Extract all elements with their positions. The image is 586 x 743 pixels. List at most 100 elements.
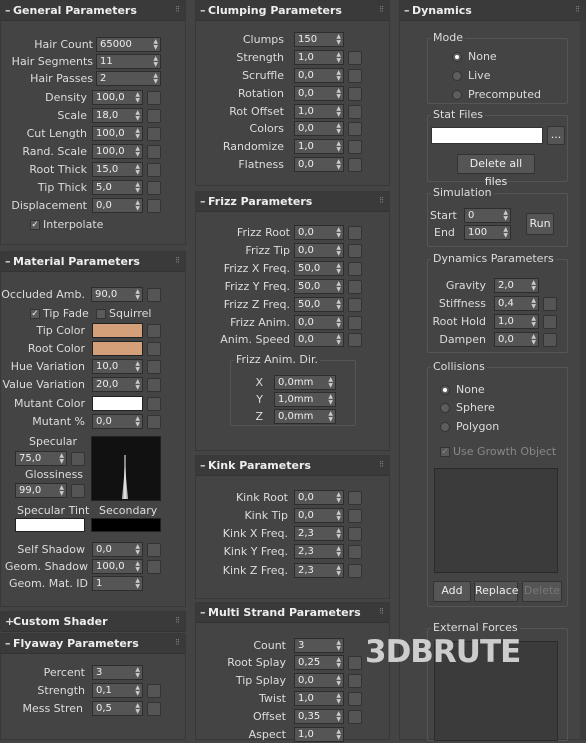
spinner-arrows-icon[interactable]: ▲ ▼ [336,640,341,652]
scale-spinner[interactable]: 18,0 ▲ ▼ [92,108,143,123]
flyaway-parameters-header[interactable]: – Flyaway Parameters ⁝⁝ [1,634,185,654]
anim-speed-map-button[interactable] [348,333,362,347]
spinner-arrows-icon[interactable]: ▲ ▼ [336,34,341,46]
root-color-swatch[interactable] [92,341,143,356]
specular-map-button[interactable] [71,452,85,466]
clumps-spinner[interactable]: 150 ▲ ▼ [294,32,344,47]
tip-fade-checkbox[interactable]: ✓ Tip Fade [30,306,89,322]
spinner-arrows-icon[interactable]: ▲ ▼ [135,416,140,428]
spinner-arrows-icon[interactable]: ▲ ▼ [153,56,158,68]
replace-button[interactable]: Replace [474,581,519,602]
root-splay-spinner[interactable]: 0,25 ▲ ▼ [294,655,344,670]
flatness-map-button[interactable] [348,158,362,172]
grip-icon[interactable]: ⁝⁝ [379,5,384,15]
spinner-arrows-icon[interactable]: ▲ ▼ [531,316,536,328]
flyaway-strength-map-button[interactable] [147,684,161,698]
spinner-arrows-icon[interactable]: ▲ ▼ [135,544,140,556]
spinner-arrows-icon[interactable]: ▲ ▼ [135,146,140,158]
start-spinner[interactable]: 0 ▲ ▼ [464,208,511,223]
scale-map-button[interactable] [147,109,161,123]
self-shadow-map-button[interactable] [147,543,161,557]
kink-tip-map-button[interactable] [348,509,362,523]
rotation-spinner[interactable]: 0,0 ▲ ▼ [294,86,344,101]
rot-offset-spinner[interactable]: 1,0 ▲ ▼ [294,104,344,119]
occluded-amb-spinner[interactable]: 90,0 ▲ ▼ [91,287,143,302]
tip-thick-spinner[interactable]: 5,0 ▲ ▼ [92,180,143,195]
kink-x-freq-spinner[interactable]: 2,3 ▲ ▼ [294,526,344,541]
add-button[interactable]: Add [433,581,471,602]
dampen-map-button[interactable] [543,333,557,347]
spinner-arrows-icon[interactable]: ▲ ▼ [328,377,333,389]
spinner-arrows-icon[interactable]: ▲ ▼ [336,245,341,257]
scruffle-map-button[interactable] [348,69,362,83]
rot-offset-map-button[interactable] [348,105,362,119]
kink-root-spinner[interactable]: 0,0 ▲ ▼ [294,490,344,505]
frizz-x-freq-spinner[interactable]: 50,0 ▲ ▼ [294,261,344,276]
spinner-arrows-icon[interactable]: ▲ ▼ [135,110,140,122]
mutant-color-swatch[interactable] [92,396,143,411]
randomize-map-button[interactable] [348,140,362,154]
colors-spinner[interactable]: 0,0 ▲ ▼ [294,121,344,136]
clumping-parameters-header[interactable]: – Clumping Parameters ⁝⁝ [196,1,389,21]
geom-shadow-spinner[interactable]: 100,0 ▲ ▼ [92,559,143,574]
kink-y-freq-spinner[interactable]: 2,3 ▲ ▼ [294,544,344,559]
spinner-arrows-icon[interactable]: ▲ ▼ [336,565,341,577]
collision-polygon-radio[interactable]: Polygon [440,419,499,435]
hue-variation-map-button[interactable] [147,360,161,374]
root-hold-map-button[interactable] [543,315,557,329]
spinner-arrows-icon[interactable]: ▲ ▼ [336,281,341,293]
rotation-map-button[interactable] [348,87,362,101]
rand-scale-spinner[interactable]: 100,0 ▲ ▼ [92,144,143,159]
frizz-z-freq-spinner[interactable]: 50,0 ▲ ▼ [294,297,344,312]
geom-mat-id-spinner[interactable]: 1 ▲ ▼ [92,576,143,591]
mutant-pct-spinner[interactable]: 0,0 ▲ ▼ [92,414,143,429]
spinner-arrows-icon[interactable]: ▲ ▼ [336,711,341,723]
mode-live-radio[interactable]: Live [452,68,490,84]
clump-strength-map-button[interactable] [348,51,362,65]
hair-count-spinner[interactable]: 65000 ▲ ▼ [96,37,161,52]
density-spinner[interactable]: 100,0 ▲ ▼ [92,90,143,105]
mode-precomputed-radio[interactable]: Precomputed [452,87,541,103]
spinner-arrows-icon[interactable]: ▲ ▼ [135,289,140,301]
kink-tip-spinner[interactable]: 0,0 ▲ ▼ [294,508,344,523]
anim-speed-spinner[interactable]: 0,0 ▲ ▼ [294,332,344,347]
spinner-arrows-icon[interactable]: ▲ ▼ [336,263,341,275]
flyaway-percent-spinner[interactable]: 3 ▲ ▼ [92,665,143,680]
tip-splay-map-button[interactable] [348,674,362,688]
spinner-arrows-icon[interactable]: ▲ ▼ [135,92,140,104]
collision-none-radio[interactable]: None [440,382,485,398]
specular-spinner[interactable]: 75,0 ▲ ▼ [15,451,67,466]
spinner-arrows-icon[interactable]: ▲ ▼ [59,485,64,497]
dir-z-spinner[interactable]: 0,0mm ▲ ▼ [274,409,336,424]
mess-stren-map-button[interactable] [147,702,161,716]
spinner-arrows-icon[interactable]: ▲ ▼ [336,492,341,504]
gravity-spinner[interactable]: 2,0 ▲ ▼ [494,278,539,293]
spinner-arrows-icon[interactable]: ▲ ▼ [336,141,341,153]
kink-z-freq-spinner[interactable]: 2,3 ▲ ▼ [294,563,344,578]
mess-stren-spinner[interactable]: 0,5 ▲ ▼ [92,701,143,716]
twist-spinner[interactable]: 1,0 ▲ ▼ [294,691,344,706]
browse-button[interactable]: ... [547,126,565,145]
flyaway-strength-spinner[interactable]: 0,1 ▲ ▼ [92,683,143,698]
spinner-arrows-icon[interactable]: ▲ ▼ [336,657,341,669]
tip-splay-spinner[interactable]: 0,0 ▲ ▼ [294,673,344,688]
tip-thick-map-button[interactable] [147,181,161,195]
spinner-arrows-icon[interactable]: ▲ ▼ [336,227,341,239]
dampen-spinner[interactable]: 0,0 ▲ ▼ [494,332,539,347]
geom-shadow-map-button[interactable] [147,560,161,574]
density-map-button[interactable] [147,91,161,105]
frizz-tip-map-button[interactable] [348,244,362,258]
end-spinner[interactable]: 100 ▲ ▼ [464,225,511,240]
kink-parameters-header[interactable]: – Kink Parameters ⁝⁝ [196,456,389,476]
dir-y-spinner[interactable]: 1,0mm ▲ ▼ [274,392,336,407]
grip-icon[interactable]: ⁝⁝ [575,5,580,15]
randomize-spinner[interactable]: 1,0 ▲ ▼ [294,139,344,154]
interpolate-checkbox[interactable]: ✓ Interpolate [30,217,103,233]
value-variation-map-button[interactable] [147,378,161,392]
frizz-anim-spinner[interactable]: 0,0 ▲ ▼ [294,315,344,330]
root-color-map-button[interactable] [147,342,161,356]
occluded-amb-map-button[interactable] [147,288,161,302]
collision-sphere-radio[interactable]: Sphere [440,400,495,416]
multi-strand-parameters-header[interactable]: – Multi Strand Parameters ⁝⁝ [196,603,389,623]
root-splay-map-button[interactable] [348,656,362,670]
